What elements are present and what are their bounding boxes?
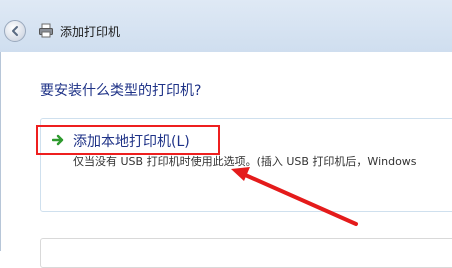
window-title: 添加打印机: [60, 24, 121, 39]
back-arrow-icon: [12, 26, 18, 36]
title-bar: 添加打印机: [0, 0, 452, 52]
window-title-area: 添加打印机: [38, 22, 120, 40]
page-heading: 要安装什么类型的打印机?: [40, 83, 202, 99]
printer-icon: [39, 23, 53, 38]
green-arrow-icon: [52, 134, 64, 146]
back-button[interactable]: [4, 20, 26, 42]
network-printer-option[interactable]: [40, 238, 452, 268]
local-printer-option-title[interactable]: 添加本地打印机(L): [73, 131, 190, 151]
local-printer-option-description: 仅当没有 USB 打印机时使用此选项。(插入 USB 打印机后，Windows: [73, 155, 417, 168]
